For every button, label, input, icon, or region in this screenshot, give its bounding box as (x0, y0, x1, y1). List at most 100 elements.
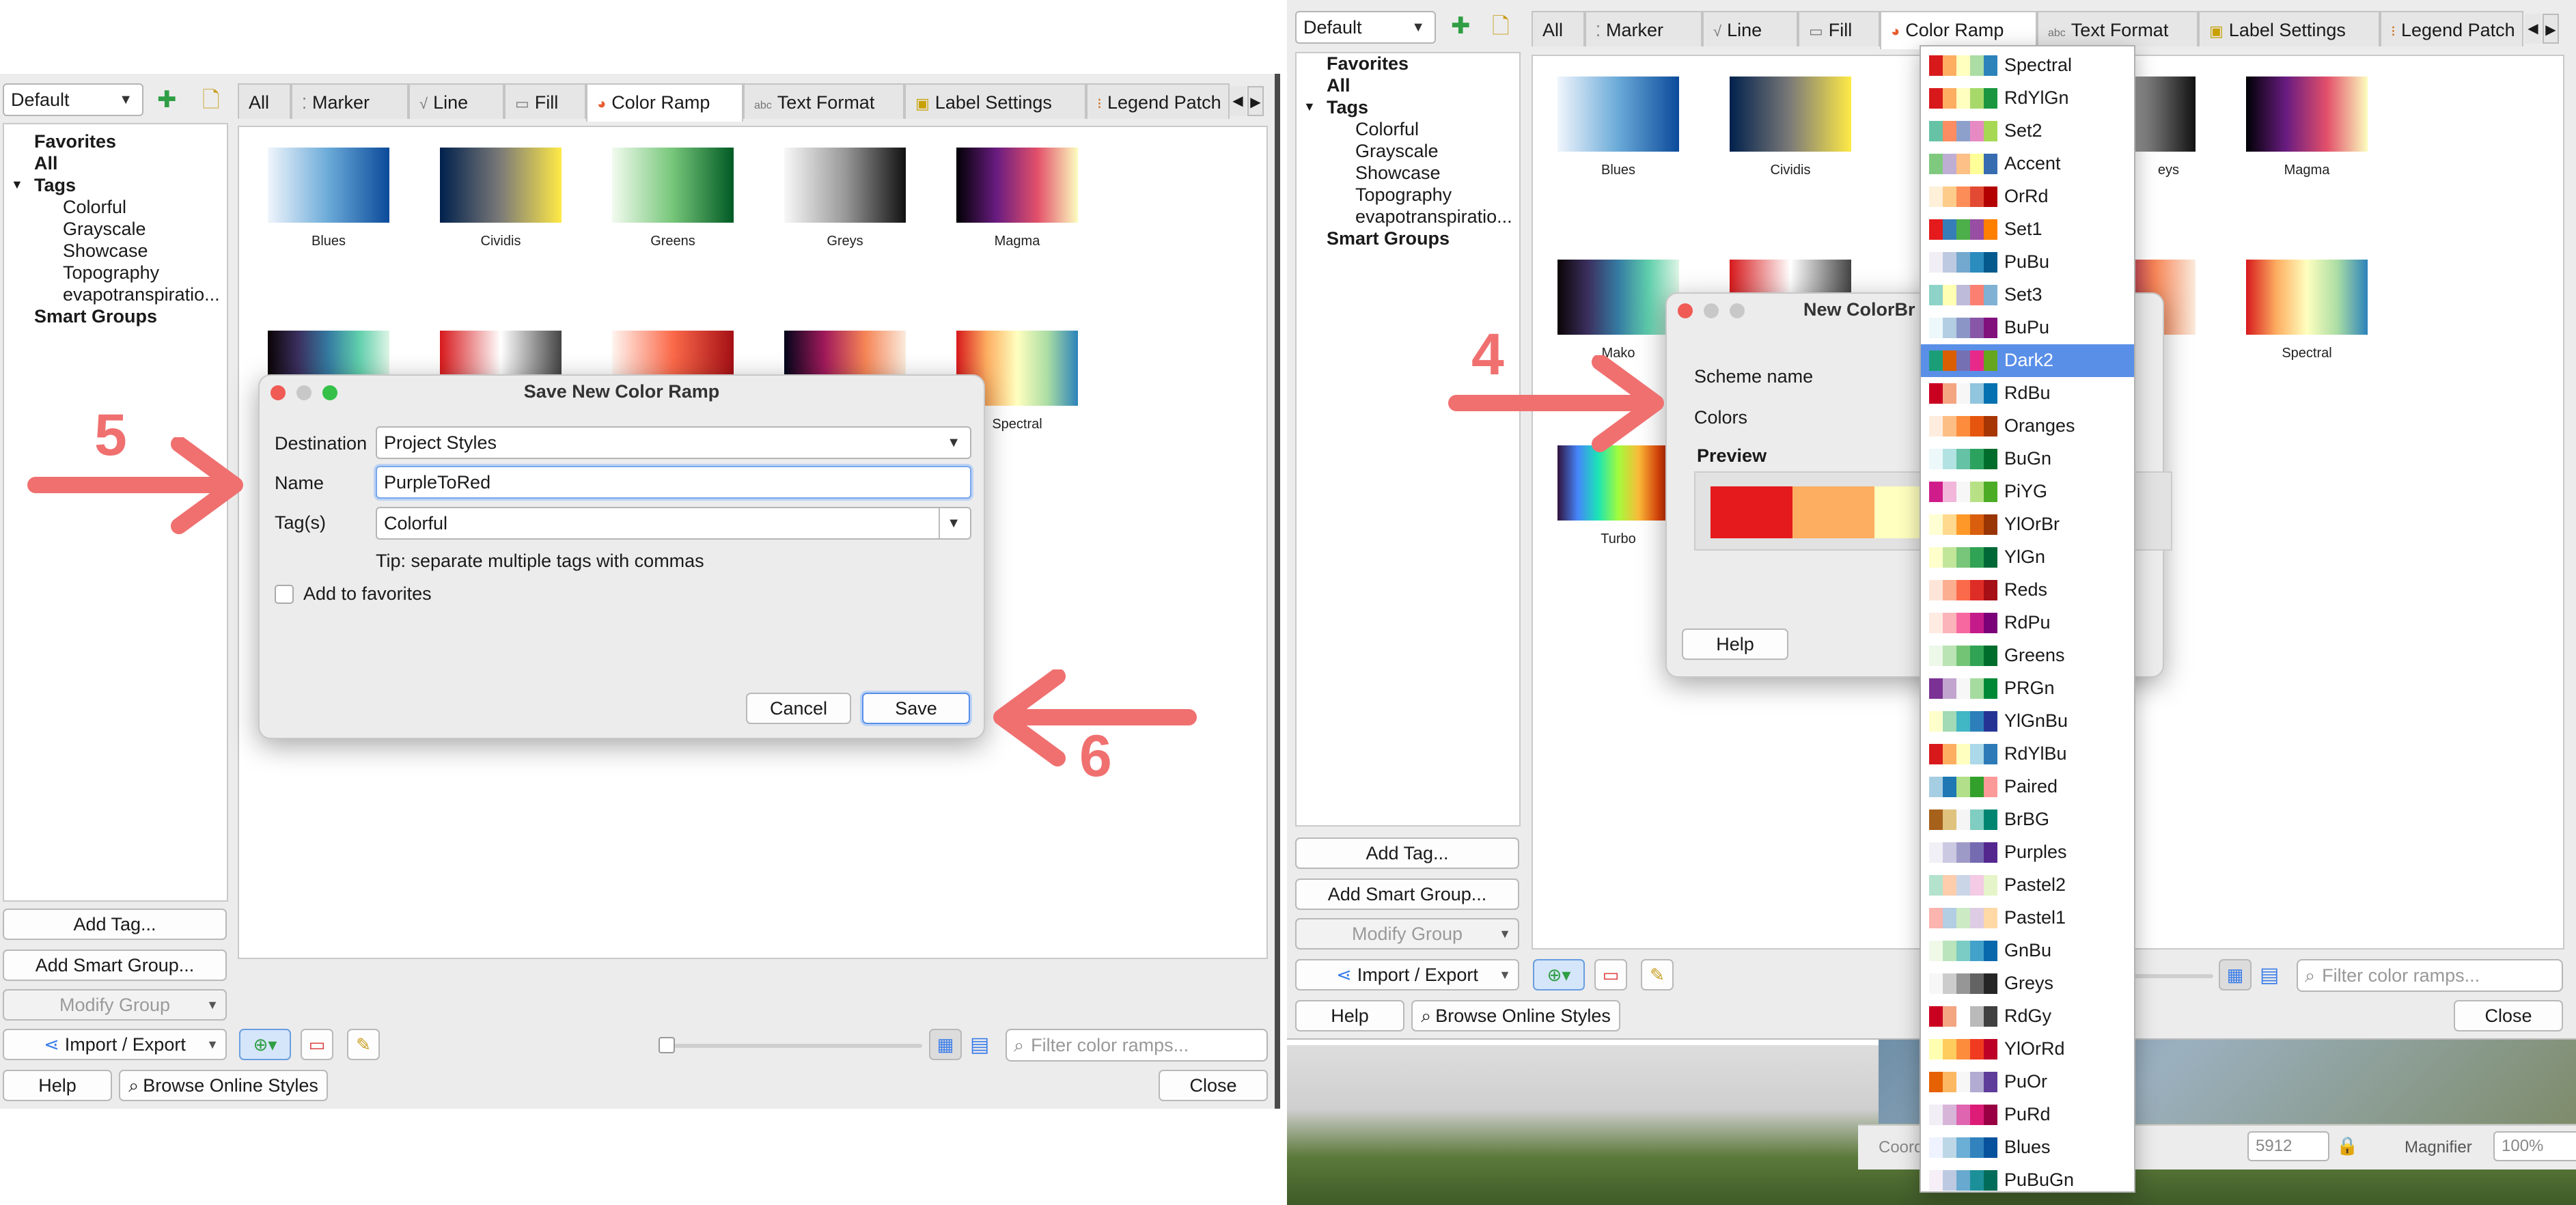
tab-label-settings[interactable]: ▣ Label Settings (904, 83, 1086, 119)
ramp-item[interactable]: Magma (952, 148, 1082, 249)
dropdown-item-puor[interactable]: PuOr (1921, 1066, 2134, 1098)
add-tag-button[interactable]: Add Tag... (1295, 837, 1519, 869)
favorites-checkbox[interactable] (275, 585, 294, 604)
edit-item-button[interactable]: ✎ (347, 1029, 380, 1060)
help-button[interactable]: Help (3, 1070, 112, 1101)
import-export-button[interactable]: ⋖ Import / Export ▼ (1295, 959, 1519, 991)
dropdown-item-brbg[interactable]: BrBG (1921, 803, 2134, 836)
coord-field[interactable]: 5912 (2247, 1131, 2329, 1161)
name-input[interactable]: PurpleToRed (376, 466, 971, 499)
tree-smart-groups[interactable]: Smart Groups (1327, 228, 1450, 249)
dropdown-item-reds[interactable]: Reds (1921, 574, 2134, 607)
tab-all[interactable]: All (238, 83, 291, 119)
dropdown-item-prgn[interactable]: PRGn (1921, 672, 2134, 705)
modify-group-button[interactable]: Modify Group ▼ (1295, 918, 1519, 950)
edit-item-button[interactable]: ✎ (1641, 959, 1674, 991)
ramp-item[interactable]: Blues (264, 148, 393, 249)
dropdown-item-set1[interactable]: Set1 (1921, 213, 2134, 246)
tree-expand-icon[interactable]: ▼ (1303, 100, 1316, 114)
dropdown-item-set2[interactable]: Set2 (1921, 115, 2134, 148)
import-export-button[interactable]: ⋖ Import / Export ▼ (3, 1029, 227, 1060)
tree-expand-icon[interactable]: ▼ (11, 178, 23, 192)
tab-text-format[interactable]: abc Text Format (743, 83, 904, 119)
dropdown-item-dark2[interactable]: Dark2 (1921, 344, 2134, 377)
dropdown-item-ylgnbu[interactable]: YlGnBu (1921, 705, 2134, 738)
dropdown-item-paired[interactable]: Paired (1921, 771, 2134, 803)
cancel-button[interactable]: Cancel (746, 693, 851, 724)
add-group-icon[interactable]: ✚ (1451, 12, 1471, 40)
dropdown-item-rdylbu[interactable]: RdYlBu (1921, 738, 2134, 771)
close-button[interactable]: Close (2454, 1000, 2563, 1031)
dropdown-item-orrd[interactable]: OrRd (1921, 180, 2134, 213)
zoom-slider-handle[interactable] (659, 1037, 675, 1053)
tree-tag-item[interactable]: Colorful (63, 197, 126, 218)
list-view-icon[interactable]: ▤ (2260, 963, 2279, 987)
remove-item-button[interactable]: ▭ (1594, 959, 1627, 991)
dropdown-item-rdpu[interactable]: RdPu (1921, 607, 2134, 639)
tab-legend-patch[interactable]: ⁝ Legend Patch (1086, 83, 1230, 119)
tab-line[interactable]: √ Line (1702, 11, 1798, 46)
tree-smart-groups[interactable]: Smart Groups (34, 306, 157, 327)
add-smart-group-button[interactable]: Add Smart Group... (3, 950, 227, 981)
dropdown-item-gnbu[interactable]: GnBu (1921, 934, 2134, 967)
lock-icon[interactable]: 🔒 (2336, 1135, 2358, 1156)
tree-favorites[interactable]: Favorites (1327, 53, 1409, 74)
ramp-item[interactable]: Turbo (1553, 445, 1683, 547)
dropdown-item-piyg[interactable]: PiYG (1921, 475, 2134, 508)
icon-view-button[interactable]: ▦ (2219, 959, 2252, 991)
new-file-icon[interactable]: 🗋 (1492, 11, 1510, 48)
tree-tag-item[interactable]: Showcase (63, 240, 148, 262)
right-group-select[interactable]: Default ▼ (1295, 11, 1436, 44)
dropdown-item-bugn[interactable]: BuGn (1921, 443, 2134, 475)
tab-fill[interactable]: ▭ Fill (504, 83, 586, 119)
ramp-item[interactable]: Blues (1553, 77, 1683, 178)
save-button[interactable]: Save (862, 693, 970, 724)
dropdown-item-greens[interactable]: Greens (1921, 639, 2134, 672)
dropdown-item-bupu[interactable]: BuPu (1921, 311, 2134, 344)
dropdown-item-rdgy[interactable]: RdGy (1921, 1000, 2134, 1033)
tab-label-settings[interactable]: ▣ Label Settings (2198, 11, 2380, 46)
zoom-slider[interactable] (659, 1037, 922, 1053)
dropdown-item-purples[interactable]: Purples (1921, 836, 2134, 869)
minimize-window-icon[interactable] (1704, 303, 1719, 318)
add-group-icon[interactable]: ✚ (157, 86, 177, 113)
tree-tag-item[interactable]: evapotranspiratio... (1355, 206, 1512, 227)
help-button[interactable]: Help (1295, 1000, 1404, 1031)
ramp-item[interactable]: Cividis (436, 148, 566, 249)
tree-all[interactable]: All (34, 153, 58, 174)
tab-scroll-right-icon[interactable]: ▶ (1247, 86, 1264, 116)
remove-item-button[interactable]: ▭ (301, 1029, 333, 1060)
tree-tags[interactable]: Tags (34, 175, 76, 196)
tab-fill[interactable]: ▭ Fill (1798, 11, 1880, 46)
tab-line[interactable]: √ Line (408, 83, 504, 119)
ramp-item[interactable]: Mako (1553, 260, 1683, 361)
tab-text-format[interactable]: abc Text Format (2037, 11, 2198, 46)
browse-online-styles-button[interactable]: ⌕ Browse Online Styles (119, 1070, 328, 1101)
tree-tag-item[interactable]: Showcase (1355, 163, 1441, 184)
dropdown-item-greys[interactable]: Greys (1921, 967, 2134, 1000)
add-item-button[interactable]: ⊕▾ (239, 1029, 291, 1060)
zoom-slider[interactable] (2131, 974, 2213, 978)
tree-tag-item[interactable]: Grayscale (63, 219, 146, 240)
new-file-icon[interactable]: 🗋 (202, 85, 220, 122)
ramp-item[interactable]: Greens (608, 148, 738, 249)
dropdown-item-ylorbr[interactable]: YlOrBr (1921, 508, 2134, 541)
tree-tag-item[interactable]: Topography (1355, 184, 1452, 206)
tree-tag-item[interactable]: evapotranspiratio... (63, 284, 220, 305)
tree-tag-item[interactable]: Colorful (1355, 119, 1419, 140)
tab-scroll-left-icon[interactable]: ◀ (1230, 86, 1246, 116)
left-group-select[interactable]: Default ▼ (3, 83, 143, 116)
dropdown-item-oranges[interactable]: Oranges (1921, 410, 2134, 443)
list-view-icon[interactable]: ▤ (970, 1033, 989, 1057)
tab-marker[interactable]: ⁚ Marker (1585, 11, 1702, 46)
tree-favorites[interactable]: Favorites (34, 131, 116, 152)
tags-input[interactable]: Colorful ▼ (376, 507, 971, 540)
dropdown-item-spectral[interactable]: Spectral (1921, 49, 2134, 82)
left-filter-input[interactable]: ⌕ Filter color ramps... (1006, 1029, 1268, 1062)
destination-select[interactable]: Project Styles ▼ (376, 426, 971, 459)
ramp-item[interactable]: Cividis (1726, 77, 1855, 178)
colorbrewer-scheme-dropdown[interactable]: Spectral RdYlGn Set2 Accent OrRd Set1 PuBu Set3… (1920, 45, 2135, 1193)
ramp-item[interactable]: Greys (780, 148, 910, 249)
dropdown-item-ylgn[interactable]: YlGn (1921, 541, 2134, 574)
tab-scroll-right-icon[interactable]: ▶ (2543, 14, 2559, 44)
